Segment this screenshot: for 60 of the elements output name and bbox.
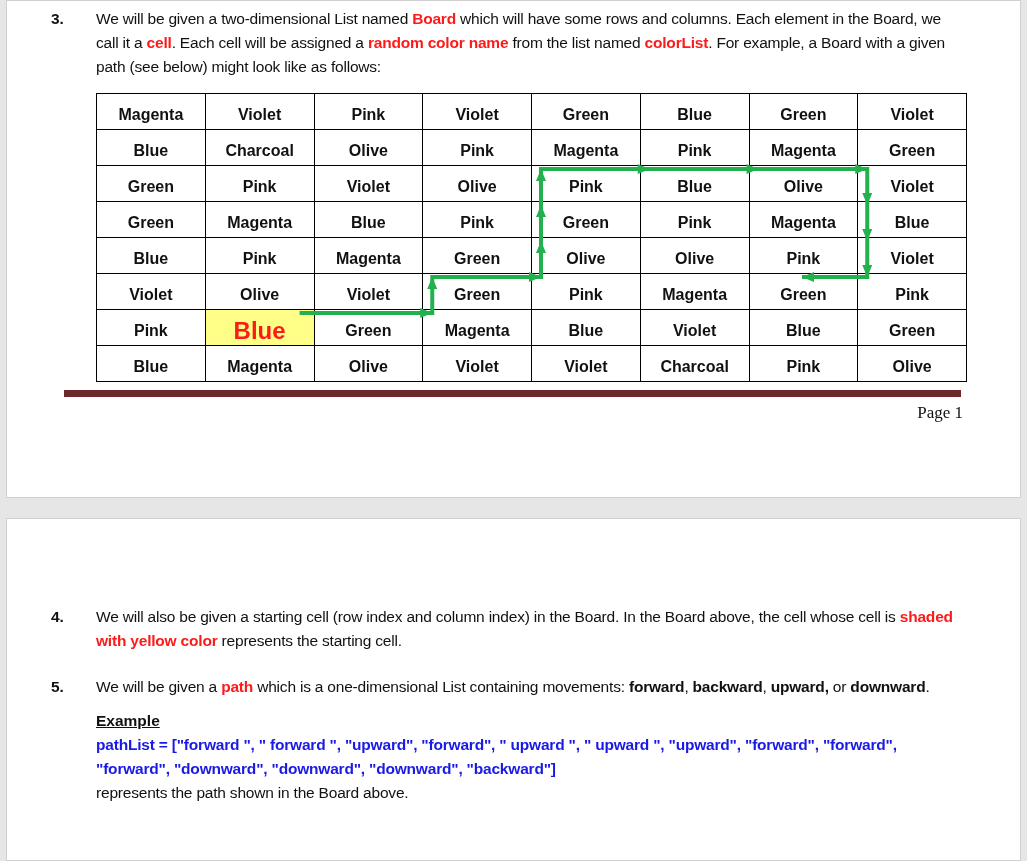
- table-cell: Pink: [858, 274, 967, 310]
- table-cell: Blue: [640, 94, 750, 130]
- table-cell: Pink: [749, 238, 859, 274]
- table-cell: Blue: [97, 346, 206, 382]
- table-cell: Green: [858, 310, 967, 346]
- table-cell: Magenta: [97, 94, 206, 130]
- table-cell: Pink: [314, 94, 424, 130]
- item-number: 4.: [51, 607, 65, 627]
- table-cell: Pink: [423, 130, 532, 166]
- table-cell: Green: [532, 94, 641, 130]
- paragraph: We will also be given a starting cell (row index and column index) in the Board. In the Board above, the cell whose cell is shaded with yellow color represents the starting cell.: [96, 607, 954, 651]
- table-cell: Olive: [640, 238, 750, 274]
- table-cell: Violet: [205, 94, 315, 130]
- table-cell: Blue: [205, 310, 315, 346]
- table-cell: Violet: [532, 346, 641, 382]
- table-cell: Violet: [858, 94, 967, 130]
- table-cell: Magenta: [205, 202, 315, 238]
- paragraph: represents the path shown in the Board above.: [96, 783, 410, 803]
- table-cell: Pink: [205, 238, 315, 274]
- table-cell: Violet: [423, 94, 532, 130]
- table-cell: Blue: [749, 310, 859, 346]
- item-number: 3.: [51, 9, 65, 29]
- table-cell: Violet: [640, 310, 750, 346]
- table-cell: Pink: [97, 310, 206, 346]
- table-cell: Violet: [423, 346, 532, 382]
- table-cell: Magenta: [640, 274, 750, 310]
- paragraph: We will be given a path which is a one-dimensional List containing movements: forward, backward, upward, or downward.: [96, 677, 931, 697]
- table-cell: Violet: [314, 166, 424, 202]
- table-cell: Pink: [749, 346, 859, 382]
- table-cell: Blue: [314, 202, 424, 238]
- table-cell: Pink: [640, 202, 750, 238]
- table-cell: Magenta: [314, 238, 424, 274]
- table-cell: Olive: [314, 130, 424, 166]
- table-cell: Magenta: [749, 202, 859, 238]
- table-cell: Pink: [423, 202, 532, 238]
- page-number: Page 1: [916, 403, 963, 423]
- table-cell: Violet: [97, 274, 206, 310]
- table-cell: Olive: [314, 346, 424, 382]
- paragraph: We will be given a two-dimensional List named Board which will have some rows and columns. Each element in the Board, we call it a cell. Each cell will be assigned a random color name from the list named colorList. For example, a Board with a given path (see below) might look like as follows:: [96, 9, 947, 77]
- table-cell: Green: [858, 130, 967, 166]
- table-cell: Charcoal: [640, 346, 750, 382]
- table-cell: Blue: [97, 238, 206, 274]
- example-heading: Example: [96, 711, 161, 731]
- table-cell: Green: [749, 94, 859, 130]
- table-cell: Magenta: [205, 346, 315, 382]
- table-cell: Pink: [640, 130, 750, 166]
- table-cell: Green: [423, 238, 532, 274]
- table-cell: Olive: [858, 346, 967, 382]
- table-cell: Olive: [423, 166, 532, 202]
- table-cell: Blue: [532, 310, 641, 346]
- item-number: 5.: [51, 677, 65, 697]
- table-cell: Blue: [97, 130, 206, 166]
- table-cell: Magenta: [532, 130, 641, 166]
- table-cell: Violet: [314, 274, 424, 310]
- table-cell: Green: [97, 202, 206, 238]
- table-cell: Charcoal: [205, 130, 315, 166]
- table-cell: Pink: [205, 166, 315, 202]
- table-cell: Magenta: [749, 130, 859, 166]
- table-cell: Green: [97, 166, 206, 202]
- code-text: pathList = ["forward ", " forward ", "upward", "forward", " upward ", " upward ", "upward", "forward", "forward", "forward", "downward", "downward", "downward", "backward"]: [96, 735, 898, 779]
